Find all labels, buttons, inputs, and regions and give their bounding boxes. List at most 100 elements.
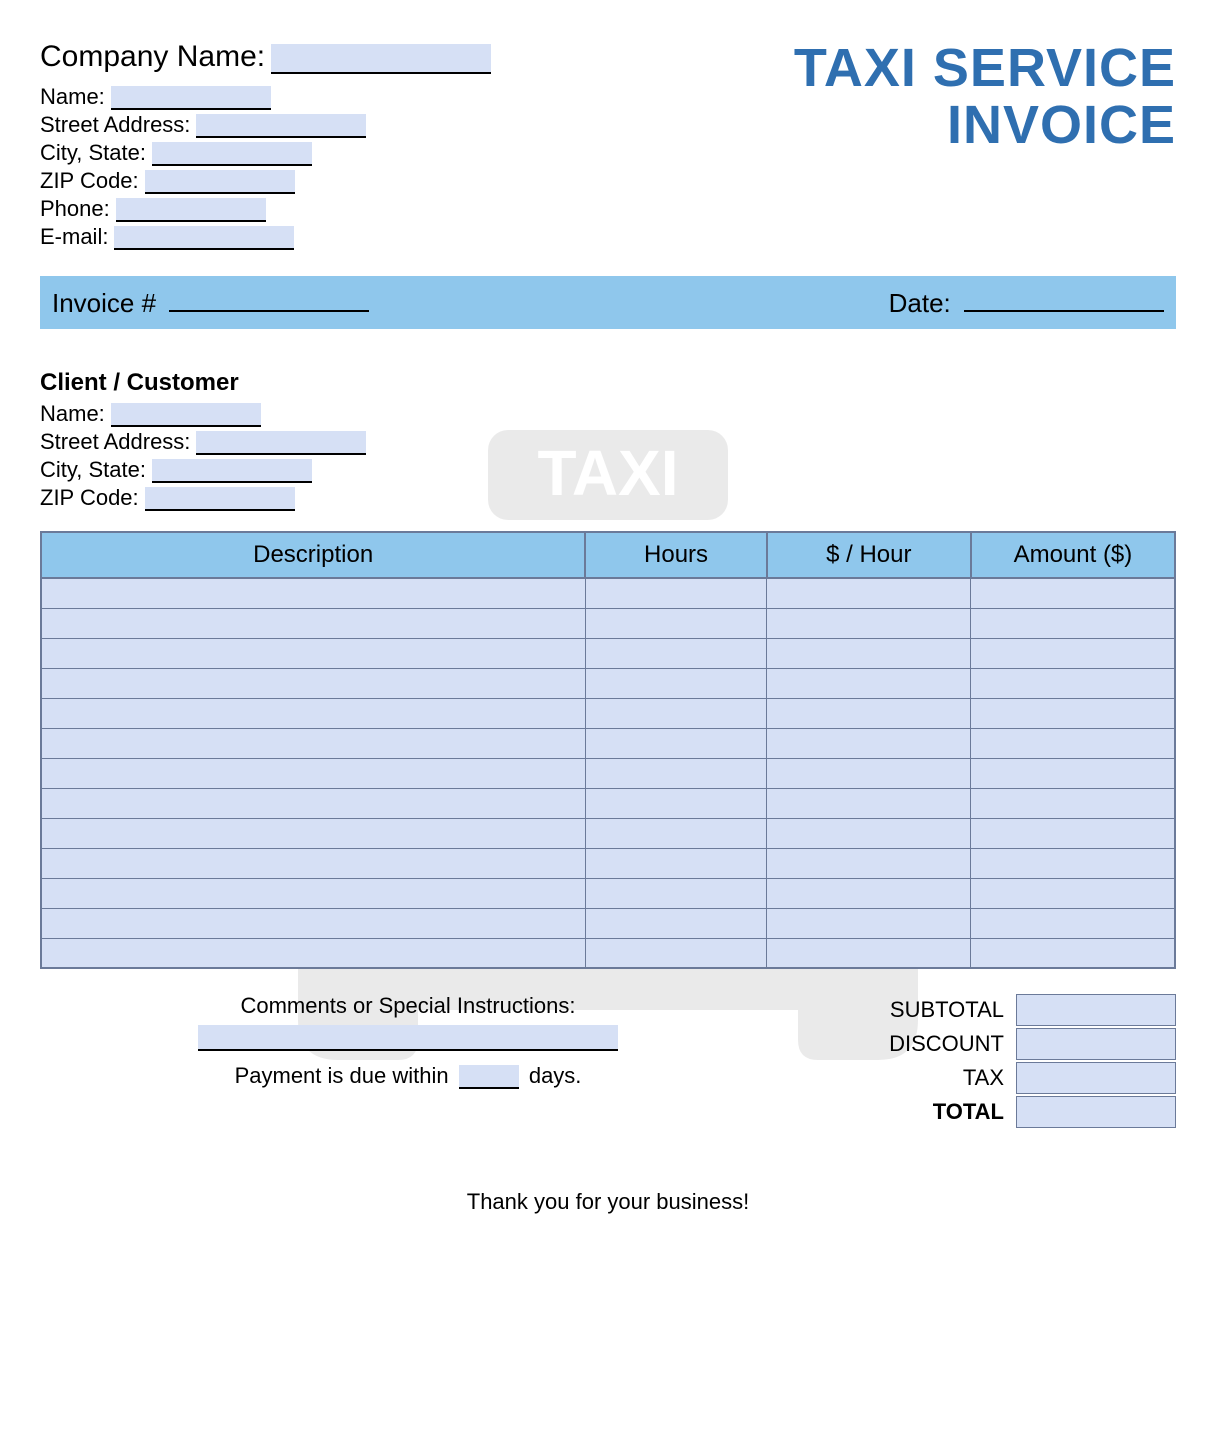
cell-amount[interactable] xyxy=(971,578,1175,608)
street-input[interactable] xyxy=(196,114,366,138)
cell-description[interactable] xyxy=(41,578,585,608)
payment-days-input[interactable] xyxy=(459,1065,519,1089)
cell-hours[interactable] xyxy=(585,668,766,698)
invoice-number-input[interactable] xyxy=(169,286,369,312)
cell-amount[interactable] xyxy=(971,908,1175,938)
title-line-1: TAXI SERVICE xyxy=(794,40,1176,97)
cell-hours[interactable] xyxy=(585,578,766,608)
cell-amount[interactable] xyxy=(971,698,1175,728)
cell-amount[interactable] xyxy=(971,878,1175,908)
cell-amount[interactable] xyxy=(971,608,1175,638)
cell-description[interactable] xyxy=(41,728,585,758)
cell-rate[interactable] xyxy=(767,788,971,818)
cell-description[interactable] xyxy=(41,788,585,818)
header-amount: Amount ($) xyxy=(971,532,1175,578)
line-items-table: Description Hours $ / Hour Amount ($) xyxy=(40,531,1176,969)
cell-hours[interactable] xyxy=(585,818,766,848)
cell-hours[interactable] xyxy=(585,728,766,758)
cell-amount[interactable] xyxy=(971,638,1175,668)
zip-label: ZIP Code: xyxy=(40,168,139,194)
tax-value[interactable] xyxy=(1016,1062,1176,1094)
cell-hours[interactable] xyxy=(585,848,766,878)
comments-input[interactable] xyxy=(198,1025,618,1051)
cell-hours[interactable] xyxy=(585,908,766,938)
table-row xyxy=(41,698,1175,728)
table-row xyxy=(41,668,1175,698)
phone-input[interactable] xyxy=(116,198,266,222)
cell-rate[interactable] xyxy=(767,638,971,668)
cell-hours[interactable] xyxy=(585,638,766,668)
cell-amount[interactable] xyxy=(971,728,1175,758)
cell-amount[interactable] xyxy=(971,938,1175,968)
cell-description[interactable] xyxy=(41,938,585,968)
invoice-number-label: Invoice # xyxy=(52,288,156,318)
table-row xyxy=(41,728,1175,758)
cell-description[interactable] xyxy=(41,608,585,638)
zip-input[interactable] xyxy=(145,170,295,194)
table-row xyxy=(41,578,1175,608)
total-value[interactable] xyxy=(1016,1096,1176,1128)
cell-hours[interactable] xyxy=(585,698,766,728)
cell-rate[interactable] xyxy=(767,668,971,698)
client-city-state-input[interactable] xyxy=(152,459,312,483)
cell-hours[interactable] xyxy=(585,938,766,968)
client-street-label: Street Address: xyxy=(40,429,190,455)
cell-rate[interactable] xyxy=(767,728,971,758)
client-name-input[interactable] xyxy=(111,403,261,427)
cell-rate[interactable] xyxy=(767,938,971,968)
cell-description[interactable] xyxy=(41,638,585,668)
subtotal-label: SUBTOTAL xyxy=(816,997,1016,1023)
cell-rate[interactable] xyxy=(767,698,971,728)
date-input[interactable] xyxy=(964,286,1164,312)
table-row xyxy=(41,638,1175,668)
city-state-label: City, State: xyxy=(40,140,146,166)
cell-description[interactable] xyxy=(41,908,585,938)
company-name-input[interactable] xyxy=(271,44,491,74)
cell-hours[interactable] xyxy=(585,878,766,908)
client-zip-input[interactable] xyxy=(145,487,295,511)
client-info-block: Client / Customer Name: Street Address: … xyxy=(40,369,1176,511)
cell-rate[interactable] xyxy=(767,878,971,908)
email-input[interactable] xyxy=(114,226,294,250)
header-description: Description xyxy=(41,532,585,578)
cell-rate[interactable] xyxy=(767,908,971,938)
table-row xyxy=(41,878,1175,908)
cell-description[interactable] xyxy=(41,698,585,728)
payment-suffix: days. xyxy=(529,1063,582,1088)
client-zip-label: ZIP Code: xyxy=(40,485,139,511)
cell-description[interactable] xyxy=(41,818,585,848)
cell-amount[interactable] xyxy=(971,848,1175,878)
city-state-input[interactable] xyxy=(152,142,312,166)
total-label: TOTAL xyxy=(816,1099,1016,1125)
cell-amount[interactable] xyxy=(971,788,1175,818)
comments-heading: Comments or Special Instructions: xyxy=(40,993,776,1019)
cell-rate[interactable] xyxy=(767,818,971,848)
cell-rate[interactable] xyxy=(767,758,971,788)
thank-you-message: Thank you for your business! xyxy=(40,1189,1176,1215)
cell-hours[interactable] xyxy=(585,788,766,818)
table-row xyxy=(41,848,1175,878)
cell-amount[interactable] xyxy=(971,818,1175,848)
cell-amount[interactable] xyxy=(971,758,1175,788)
cell-amount[interactable] xyxy=(971,668,1175,698)
name-input[interactable] xyxy=(111,86,271,110)
cell-description[interactable] xyxy=(41,878,585,908)
cell-hours[interactable] xyxy=(585,608,766,638)
cell-description[interactable] xyxy=(41,758,585,788)
cell-hours[interactable] xyxy=(585,758,766,788)
cell-rate[interactable] xyxy=(767,578,971,608)
table-row xyxy=(41,758,1175,788)
tax-label: TAX xyxy=(816,1065,1016,1091)
cell-rate[interactable] xyxy=(767,848,971,878)
client-name-label: Name: xyxy=(40,401,105,427)
company-name-label: Company Name: xyxy=(40,40,265,74)
cell-description[interactable] xyxy=(41,668,585,698)
cell-description[interactable] xyxy=(41,848,585,878)
street-label: Street Address: xyxy=(40,112,190,138)
client-street-input[interactable] xyxy=(196,431,366,455)
cell-rate[interactable] xyxy=(767,608,971,638)
discount-value[interactable] xyxy=(1016,1028,1176,1060)
document-title: TAXI SERVICE INVOICE xyxy=(794,40,1176,153)
subtotal-value[interactable] xyxy=(1016,994,1176,1026)
title-line-2: INVOICE xyxy=(794,97,1176,154)
